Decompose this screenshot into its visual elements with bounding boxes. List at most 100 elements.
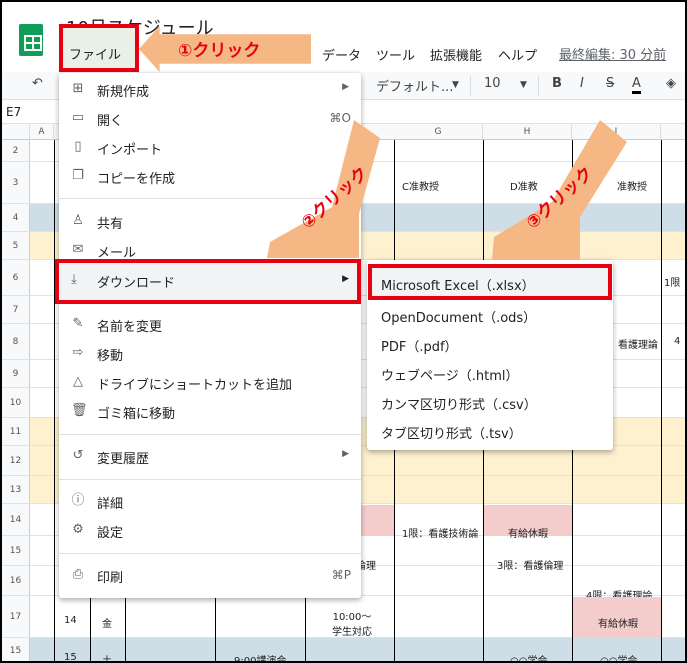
row-number[interactable]: 16 [2,566,30,595]
menu-item-new[interactable]: ⊞ 新規作成 ▶ [59,75,361,104]
chevron-down-icon[interactable]: ▼ [520,80,527,90]
menu-item-label: 詳細 [97,497,124,512]
menu-data[interactable]: データ [322,45,361,64]
menu-item-import[interactable]: ▯ インポート [59,133,361,162]
row-number[interactable]: 2 [2,140,30,161]
cell-day[interactable]: 15 [64,652,77,661]
cell-paid-leave[interactable]: 有給休暇 [508,525,548,540]
row-number[interactable]: 12 [2,446,30,475]
column-header-a[interactable]: A [30,124,54,140]
font-size-select[interactable]: 10 [484,76,501,91]
menu-divider [59,553,361,554]
menu-item-label: インポート [97,143,163,158]
cell-c-teacher[interactable]: C准教授 [402,178,439,193]
history-icon: ↺ [72,448,84,463]
row-number[interactable]: 8 [2,324,30,359]
menu-extensions[interactable]: 拡張機能 [430,45,482,64]
cell-conference[interactable]: ○○学会 [600,652,637,661]
menu-item-label: 共有 [97,217,124,232]
cell-e-teacher[interactable]: 准教授 [617,178,647,193]
menu-tools[interactable]: ツール [376,45,415,64]
menu-item-label: ダウンロード [97,276,176,291]
menu-help[interactable]: ヘルプ [498,45,537,64]
row-number[interactable]: 4 [2,204,30,231]
menu-item-open[interactable]: ▭ 開く ⌘O [59,104,361,133]
cell-nursing-theory[interactable]: 看護理論 [618,336,658,351]
row-number[interactable]: 13 [2,476,30,503]
strikethrough-button[interactable]: S [606,76,614,91]
undo-icon[interactable]: ↶ [32,76,43,91]
menu-item-move[interactable]: ⇨ 移動 [59,339,361,368]
menu-item-label: 名前を変更 [97,320,163,335]
cell-d-teacher[interactable]: D准教 [510,178,538,193]
submenu-arrow-icon: ▶ [342,449,349,459]
shortcut-label: ⌘P [331,568,351,582]
cell-paid-leave[interactable]: 有給休暇 [598,615,638,630]
bold-button[interactable]: B [552,76,562,91]
row-number[interactable]: 5 [2,232,30,259]
menu-item-print[interactable]: ⎙ 印刷 ⌘P [59,561,361,590]
menu-divider [59,479,361,480]
drive-shortcut-icon: △ [73,374,83,389]
row-number[interactable]: 14 [2,504,30,535]
download-icon: ⤓ [71,272,77,287]
toolbar-divider [538,76,539,96]
menu-item-add-shortcut[interactable]: △ ドライブにショートカットを追加 [59,368,361,397]
menu-item-details[interactable]: ⓘ 詳細 [59,487,361,516]
column-header-g[interactable]: G [394,124,483,140]
row-number[interactable]: 15 [2,536,30,565]
cell-conference[interactable]: ○○学会 [510,652,547,661]
row-number[interactable]: 10 [2,388,30,417]
file-menu-dropdown: ⊞ 新規作成 ▶ ▭ 開く ⌘O ▯ インポート ❐ コピーを作成 ♙ 共有 ✉… [59,73,361,598]
cell-student-support[interactable]: 10:00～ 学生対応 [332,608,372,638]
chevron-down-icon[interactable]: ▼ [452,80,459,90]
row-number[interactable]: 7 [2,296,30,323]
download-csv[interactable]: カンマ区切り形式（.csv） [367,388,613,417]
download-xlsx[interactable]: Microsoft Excel（.xlsx） [368,264,612,300]
cell-lecture[interactable]: 9:00講演会 [234,652,286,661]
name-box[interactable]: E7 [6,105,21,119]
row-number[interactable]: 3 [2,162,30,203]
menu-item-download[interactable]: ⤓ ダウンロード ▶ [55,259,361,304]
submenu-label: PDF（.pdf） [381,340,458,355]
row-number[interactable]: 9 [2,360,30,387]
column-header-h[interactable]: H [483,124,572,140]
file-menu-button[interactable]: ファイル [59,24,139,72]
menu-item-label: 印刷 [97,571,124,586]
download-pdf[interactable]: PDF（.pdf） [367,330,613,359]
menu-item-trash[interactable]: 🗑 ゴミ箱に移動 [59,397,361,426]
submenu-label: タブ区切り形式（.tsv） [381,427,522,442]
cell-weekday[interactable]: 金 [102,615,112,630]
menu-item-label: コピーを作成 [97,172,176,187]
row-number[interactable]: 15 [2,638,30,661]
menu-item-make-copy[interactable]: ❐ コピーを作成 [59,162,361,191]
fill-color-icon[interactable]: ◈ [666,76,676,91]
download-tsv[interactable]: タブ区切り形式（.tsv） [367,417,613,446]
select-all-corner[interactable] [2,124,30,140]
cell-period[interactable]: 4 [674,336,680,347]
shortcut-label: ⌘O [329,111,351,125]
text-color-button[interactable]: A [632,76,641,94]
trash-icon: 🗑 [71,403,88,418]
font-select[interactable]: デフォルト... [376,76,453,95]
menu-item-rename[interactable]: ✎ 名前を変更 [59,310,361,339]
column-header-i[interactable]: I [572,124,661,140]
italic-button[interactable]: I [580,76,584,91]
menu-item-settings[interactable]: ⚙ 設定 [59,516,361,545]
menu-item-label: 変更履歴 [97,452,150,467]
cell-day[interactable]: 14 [64,615,77,626]
row-number[interactable]: 11 [2,418,30,445]
last-edit-link[interactable]: 最終編集: 30 分前 [559,44,666,63]
cell-tech-theory[interactable]: 1限：看護技術論 [402,525,478,540]
file-menu-label: ファイル [69,48,122,63]
download-ods[interactable]: OpenDocument（.ods） [367,301,613,330]
row-number[interactable]: 6 [2,260,30,295]
table-border [661,140,662,661]
cell-period[interactable]: 1限 [664,274,680,289]
info-icon: ⓘ [71,493,85,508]
row-number[interactable]: 17 [2,596,30,637]
cell-ethics-class[interactable]: 3限：看護倫理 [497,557,563,572]
menu-item-version-history[interactable]: ↺ 変更履歴 ▶ [59,442,361,471]
cell-weekday[interactable]: 土 [102,652,112,661]
download-html[interactable]: ウェブページ（.html） [367,359,613,388]
